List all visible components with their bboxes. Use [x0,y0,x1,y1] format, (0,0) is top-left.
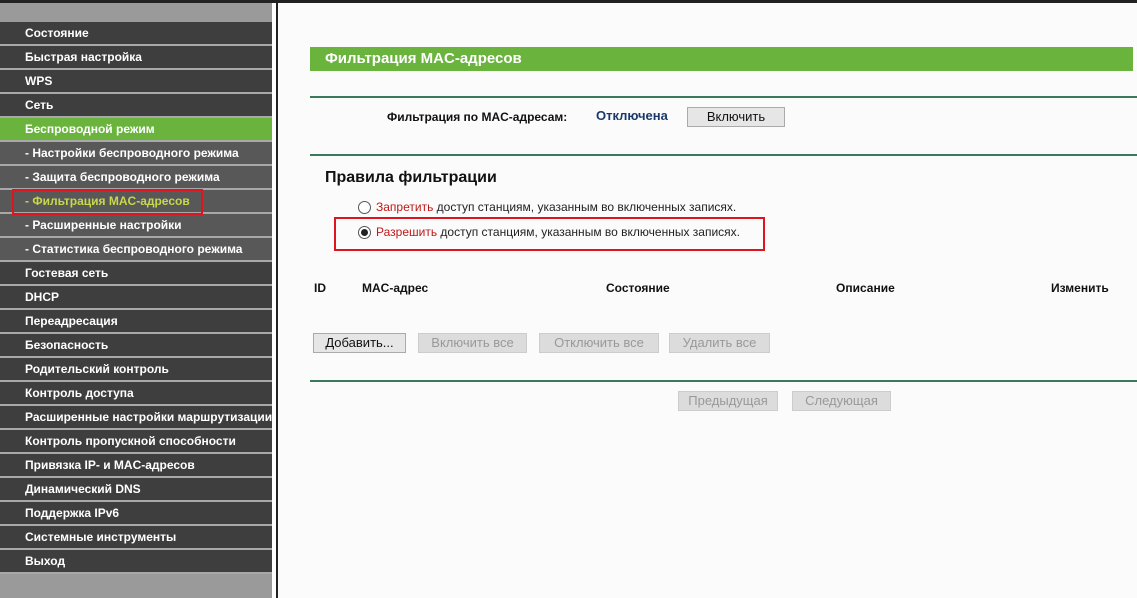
divider [310,154,1137,156]
sidebar-item[interactable]: Быстрая настройка [0,46,272,70]
divider [310,96,1137,98]
sidebar-item[interactable]: Контроль доступа [0,382,272,406]
rule-deny-option[interactable]: Запретить доступ станциям, указанным во … [358,200,736,214]
delete-all-button[interactable]: Удалить все [669,333,770,353]
disable-all-button[interactable]: Отключить все [539,333,659,353]
sidebar-item[interactable]: Безопасность [0,334,272,358]
sidebar-item[interactable]: DHCP [0,286,272,310]
filter-label: Фильтрация по MAC-адресам: [387,110,568,124]
sidebar-item[interactable]: Расширенные настройки маршрутизации [0,406,272,430]
next-page-button[interactable]: Следующая [792,391,891,411]
rule-deny-word: Запретить [376,200,434,214]
col-edit: Изменить [1051,281,1109,295]
sidebar-top-band [0,3,272,22]
highlight-box-sidebar [12,189,203,215]
highlight-box-rule [334,217,765,251]
sidebar-item[interactable]: Поддержка IPv6 [0,502,272,526]
divider [310,380,1137,382]
col-status: Состояние [606,281,670,295]
prev-page-button[interactable]: Предыдущая [678,391,778,411]
col-mac: MAC-адрес [362,281,429,295]
sidebar-item[interactable]: - Расширенные настройки [0,214,272,238]
rules-title: Правила фильтрации [325,169,497,186]
sidebar-item[interactable]: Системные инструменты [0,526,272,550]
enable-filter-button[interactable]: Включить [687,107,785,127]
sidebar-item[interactable]: Контроль пропускной способности [0,430,272,454]
sidebar-item[interactable]: Привязка IP- и MAC-адресов [0,454,272,478]
sidebar: Состояние Быстрая настройка WPS Сеть Беспров… [0,3,272,598]
page-title: Фильтрация MAC-адресов [310,47,1133,71]
filter-status: Отключена [596,108,668,123]
sidebar-item[interactable]: Выход [0,550,272,574]
sidebar-item[interactable]: Гостевая сеть [0,262,272,286]
col-id: ID [314,281,326,295]
main-content: Фильтрация MAC-адресов Фильтрация по MAC… [278,3,1137,598]
sidebar-item[interactable]: Состояние [0,22,272,46]
rule-text: доступ станциям, указанным во включенных… [433,200,737,214]
sidebar-item[interactable]: Родительский контроль [0,358,272,382]
enable-all-button[interactable]: Включить все [418,333,527,353]
add-button[interactable]: Добавить... [313,333,406,353]
radio-deny[interactable] [358,200,371,214]
sidebar-menu: Состояние Быстрая настройка WPS Сеть Беспров… [0,22,272,574]
sidebar-item[interactable]: Переадресация [0,310,272,334]
col-description: Описание [836,281,895,295]
sidebar-item[interactable]: - Статистика беспроводного режима [0,238,272,262]
sidebar-item[interactable]: Сеть [0,94,272,118]
sidebar-item[interactable]: - Настройки беспроводного режима [0,142,272,166]
sidebar-item[interactable]: WPS [0,70,272,94]
sidebar-item[interactable]: Динамический DNS [0,478,272,502]
sidebar-item[interactable]: Беспроводной режим [0,118,272,142]
sidebar-item[interactable]: - Защита беспроводного режима [0,166,272,190]
